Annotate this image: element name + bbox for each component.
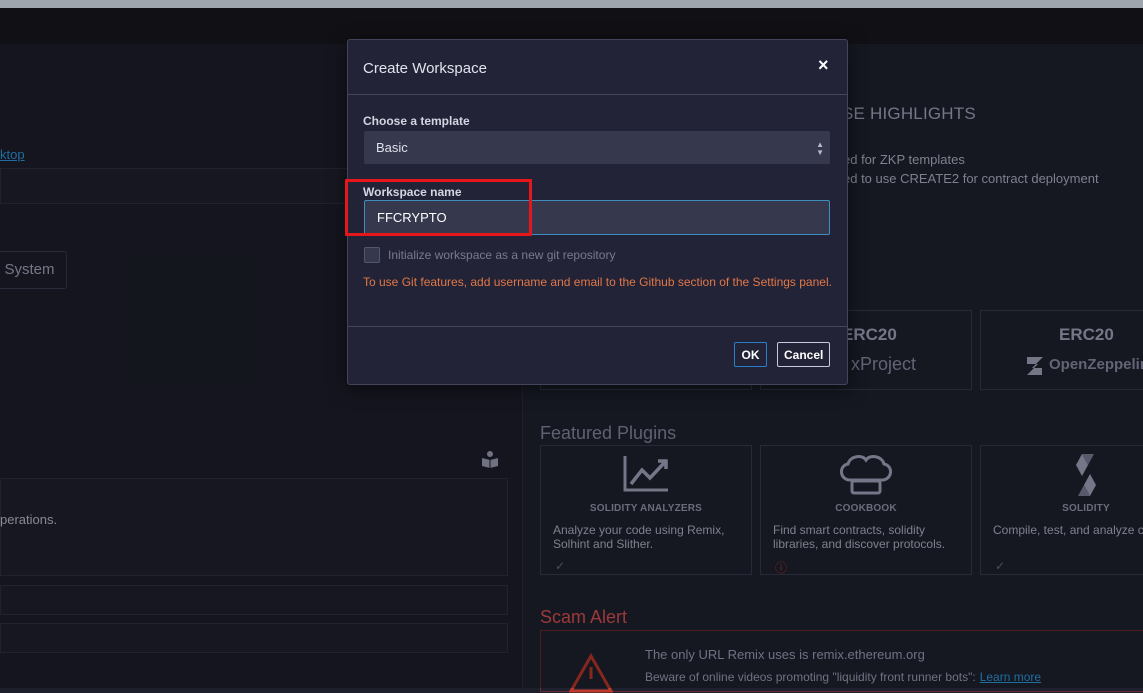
modal-title: Create Workspace <box>363 60 487 77</box>
template-select-value: Basic <box>376 140 408 155</box>
modal-header-divider <box>348 94 847 95</box>
modal-footer-divider <box>348 326 847 327</box>
git-init-checkbox[interactable] <box>364 247 380 263</box>
select-arrows-icon: ▲ ▼ <box>816 140 824 157</box>
workspace-name-label: Workspace name <box>363 185 462 199</box>
template-select[interactable]: Basic ▲ ▼ <box>364 131 830 164</box>
close-icon[interactable]: × <box>818 55 829 76</box>
create-workspace-modal: Create Workspace × Choose a template Bas… <box>347 39 848 385</box>
workspace-name-input[interactable] <box>364 200 830 235</box>
git-warning-text: To use Git features, add username and em… <box>363 275 832 289</box>
cancel-button[interactable]: Cancel <box>777 342 830 367</box>
ok-button[interactable]: OK <box>734 342 767 367</box>
git-init-label: Initialize workspace as a new git reposi… <box>388 248 616 262</box>
template-label: Choose a template <box>363 114 470 128</box>
